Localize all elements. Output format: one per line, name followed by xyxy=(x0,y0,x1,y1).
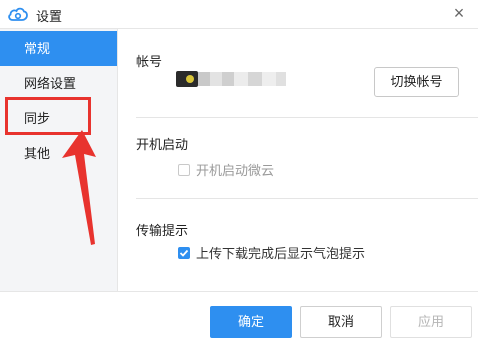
startup-checkbox-label: 开机启动微云 xyxy=(196,163,275,178)
title-bar: 设置 × xyxy=(0,0,478,29)
settings-content: 帐号 切换帐号 开机启动 开机启动微云 传输提示 上传下载完成后显示气泡提示 xyxy=(118,29,478,291)
window-title: 设置 xyxy=(36,9,63,24)
apply-button[interactable]: 应用 xyxy=(390,306,472,338)
account-label: 帐号 xyxy=(136,54,163,69)
sidebar-item-label: 网络设置 xyxy=(24,76,77,91)
startup-checkbox-row[interactable]: 开机启动微云 xyxy=(178,160,274,179)
divider xyxy=(136,117,478,118)
cancel-button[interactable]: 取消 xyxy=(300,306,382,338)
close-icon[interactable]: × xyxy=(450,4,468,22)
check-icon xyxy=(179,249,189,257)
sidebar-item-label: 常规 xyxy=(24,41,51,56)
transfer-checkbox-label: 上传下载完成后显示气泡提示 xyxy=(196,246,366,261)
sidebar-item-network[interactable]: 网络设置 xyxy=(0,66,117,101)
transfer-checkbox-row[interactable]: 上传下载完成后显示气泡提示 xyxy=(178,243,365,262)
dialog-footer: 确定 取消 应用 xyxy=(0,291,478,346)
account-avatar-blurred xyxy=(176,69,286,89)
cloud-icon xyxy=(8,7,28,21)
startup-checkbox[interactable] xyxy=(178,163,190,176)
divider xyxy=(136,198,478,199)
sidebar-item-general[interactable]: 常规 xyxy=(0,31,117,66)
transfer-label: 传输提示 xyxy=(136,223,189,238)
switch-account-button[interactable]: 切换帐号 xyxy=(374,67,459,97)
annotation-arrow-icon xyxy=(62,130,96,245)
ok-button[interactable]: 确定 xyxy=(210,306,292,338)
sidebar-item-label: 其他 xyxy=(24,146,51,161)
startup-label: 开机启动 xyxy=(136,137,189,152)
transfer-checkbox[interactable] xyxy=(178,246,190,259)
